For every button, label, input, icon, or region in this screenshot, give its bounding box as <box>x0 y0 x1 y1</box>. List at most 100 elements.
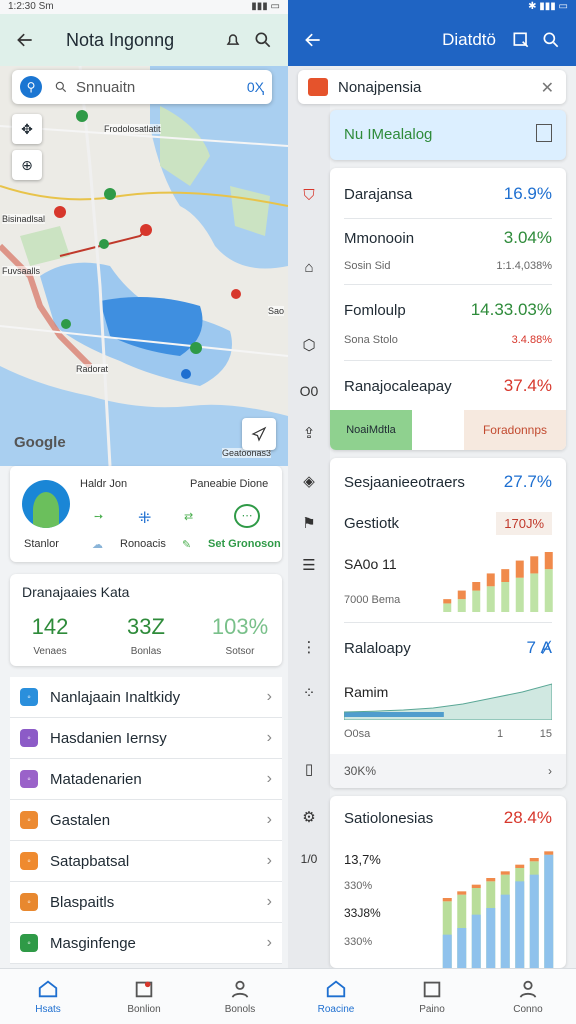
menu-item-label: Blaspaitls <box>50 893 115 911</box>
metric-row[interactable]: Ranajocaleapay 37.4% <box>344 376 552 396</box>
export-button[interactable] <box>506 25 536 55</box>
metric-pct: 16.9% <box>503 184 552 203</box>
metric-pct: 37.4% <box>503 376 552 395</box>
layers-icon: ⊕ <box>21 156 33 173</box>
metric-row[interactable]: Fomloulp 14.33.03% <box>344 300 552 320</box>
menu-item[interactable]: ◦ Matadenarien › <box>10 759 282 800</box>
leaf-icon: ✎ <box>182 539 192 551</box>
back-button[interactable] <box>10 25 40 55</box>
hexagon-icon[interactable]: ⬡ <box>298 334 320 356</box>
nav-item-profile[interactable]: Bonols <box>192 969 288 1024</box>
bar <box>544 851 554 855</box>
banner-card[interactable]: Nu IMealalog <box>330 110 566 160</box>
person-icon <box>519 980 537 998</box>
right-action-button[interactable]: Foradonnps <box>464 410 566 450</box>
search-input[interactable]: Snnuaitn <box>76 79 247 96</box>
map-label: Fuvsaalls <box>2 266 41 276</box>
menu-item-label: Nanlajaain Inaltkidy <box>50 688 181 706</box>
stat-value: 103% <box>211 614 269 639</box>
nav-item-profile[interactable]: Conno <box>480 969 576 1024</box>
chevron-right-icon: › <box>266 934 272 951</box>
notification-button[interactable] <box>218 25 248 55</box>
home-icon <box>326 980 346 998</box>
map-view[interactable]: ⚲ Snnuaitn 0Ҳ ✥ ⊕ Frodolosatlatit Bisina… <box>0 66 288 466</box>
stats-title: Dranajaaies Kata <box>22 584 130 600</box>
menu-item[interactable]: ◦ Masginfenge › <box>10 923 282 964</box>
bar <box>530 556 539 574</box>
location-card[interactable]: Stanlor Haldr Jon Paneabie Dione ➙ ⁜ ⇄ ⋯… <box>10 466 282 562</box>
metric-name: Ranajocaleapay <box>344 378 452 395</box>
flag-icon[interactable]: ⚑ <box>298 512 320 534</box>
my-location-button[interactable] <box>242 418 276 450</box>
nav-item-home[interactable]: Hsats <box>0 969 96 1024</box>
bottom-nav: Hsats Bonlion Bonols <box>0 968 288 1024</box>
area-chart <box>344 683 552 720</box>
bar <box>530 573 539 612</box>
back-button[interactable] <box>298 25 328 55</box>
signal-icon: ▮▮▮ ▭ <box>251 1 280 12</box>
notice-card[interactable]: Nonajpensia ✕ <box>298 70 566 104</box>
metric-row[interactable]: Darajansa 16.9% <box>344 184 552 204</box>
tag-icon[interactable]: ⌂ <box>298 256 320 278</box>
dots-icon[interactable]: ⁘ <box>298 682 320 704</box>
menu-item[interactable]: ◦ Blaspaitls › <box>10 882 282 923</box>
cloud-icon: ☁ <box>92 539 103 551</box>
nav-item-calendar[interactable]: Bonlion <box>96 969 192 1024</box>
left-action-button[interactable]: NoaiMdtla <box>330 410 412 450</box>
action-mid-label[interactable]: Ronoacis <box>120 538 166 550</box>
menu-item-label: Matadenarien <box>50 770 142 788</box>
menu-item[interactable]: ◦ Nanlajaain Inaltkidy › <box>10 677 282 718</box>
status-bar: 1:2:30 Sm ▮▮▮ ▭ <box>0 0 288 14</box>
chevron-right-icon: › <box>266 811 272 828</box>
menu-item[interactable]: ◦ Hasdanien Iernsy › <box>10 718 282 759</box>
bar <box>501 569 510 582</box>
nav-label: Roacine <box>317 1004 355 1015</box>
square-icon[interactable]: ▯ <box>298 758 320 780</box>
arrows-icon[interactable]: ⇄ <box>184 510 193 523</box>
clear-search-button[interactable]: 0Ҳ <box>247 79 264 95</box>
google-logo: Google <box>14 434 66 451</box>
menu-item-label: Gastalen <box>50 811 111 829</box>
area-series <box>344 683 552 720</box>
place-logo <box>22 480 70 528</box>
menu-item[interactable]: ◦ Gastalen › <box>10 800 282 841</box>
filter-icon[interactable]: ⋮ <box>298 636 320 658</box>
route-icon[interactable]: ➙ <box>94 510 103 523</box>
rail-label[interactable]: O0 <box>298 380 320 402</box>
nav-item-home[interactable]: Roacine <box>288 969 384 1024</box>
place-name: Haldr Jon <box>80 478 128 490</box>
bar <box>486 908 496 968</box>
chat-icon[interactable]: ⋯ <box>234 504 260 528</box>
nav-item-calendar[interactable]: Paino <box>384 969 480 1024</box>
bar <box>529 858 539 862</box>
map-control-compass[interactable]: ✥ <box>12 114 42 144</box>
nav-label: Conno <box>513 1004 543 1015</box>
list-icon[interactable]: ☰ <box>298 554 320 576</box>
menu-item[interactable]: ◦ Satapbatsal › <box>10 841 282 882</box>
map-search-bar[interactable]: ⚲ Snnuaitn 0Ҳ <box>12 70 272 104</box>
diamond-icon[interactable]: ◈ <box>298 470 320 492</box>
nav-label: Bonols <box>224 1004 256 1015</box>
stat-item: 33Z Bonlas <box>106 614 186 657</box>
close-icon[interactable]: ✕ <box>541 78 554 98</box>
analytics-row[interactable]: Ralaloapy 7 Ⱥ <box>344 638 552 658</box>
grid-icon[interactable]: ⁜ <box>138 508 151 528</box>
map-control-layers[interactable]: ⊕ <box>12 150 42 180</box>
search-button[interactable] <box>536 25 566 55</box>
search-icon <box>543 32 559 48</box>
search-button[interactable] <box>248 25 278 55</box>
metric-sub: Sona Stolo 3.4.88% <box>344 334 552 346</box>
rail-label[interactable]: 1/0 <box>298 848 320 870</box>
analytics-row[interactable]: Gestiotk 170J% <box>344 512 552 535</box>
action-right-label[interactable]: Set Gronoson <box>208 538 281 550</box>
bar-chart <box>443 552 553 612</box>
metric-row[interactable]: Mmonooin 3.04% <box>344 228 552 248</box>
see-more-row[interactable]: 30K% › <box>330 754 566 788</box>
app-bar: Diatdtö <box>288 14 576 66</box>
shield-icon[interactable]: ⛉ <box>298 184 320 206</box>
map-label: Radorat <box>76 364 109 374</box>
bell-icon <box>226 34 240 45</box>
share-icon[interactable]: ⇪ <box>298 422 320 444</box>
summary-header: Satiolonesias 28.4% <box>344 808 552 827</box>
gear-icon[interactable]: ⚙ <box>298 806 320 828</box>
